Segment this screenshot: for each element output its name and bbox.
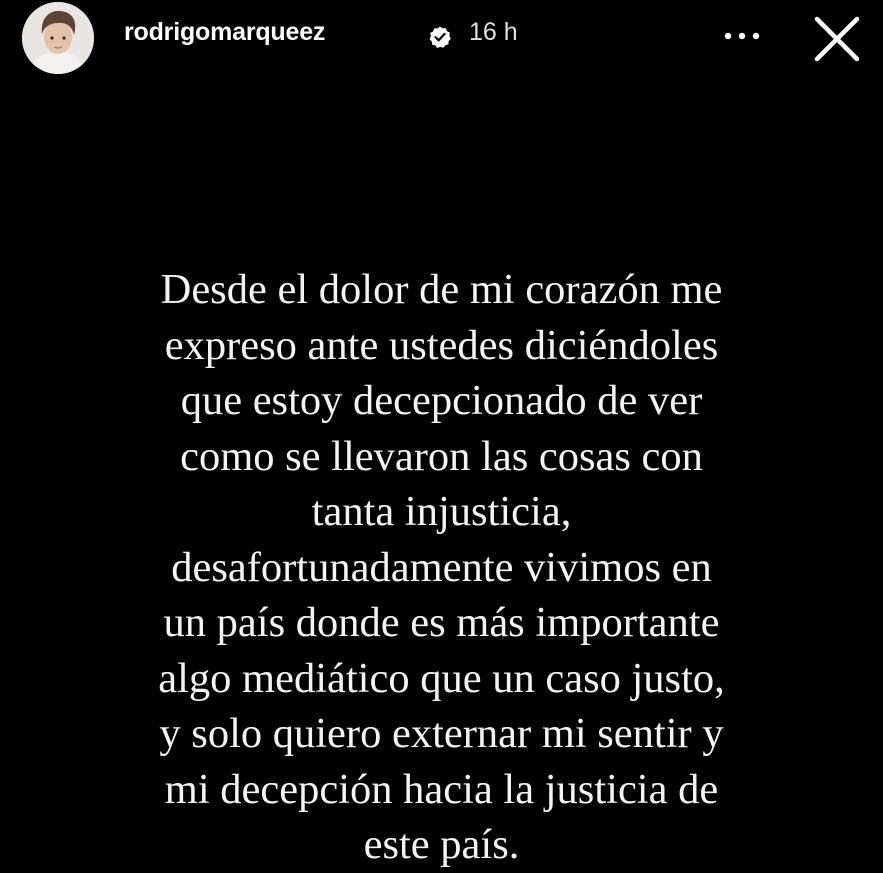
story-text-line: Desde el dolor de mi corazón me <box>160 266 723 313</box>
more-options-button[interactable] <box>718 18 766 54</box>
story-text-line: un país donde es más importante <box>163 599 720 646</box>
story-text-line: algo mediático que un caso justo, <box>158 654 725 702</box>
story-text-line: este país. <box>363 821 520 868</box>
close-button[interactable] <box>808 10 866 68</box>
story-text-line: que estoy decepcionado de ver <box>180 377 703 424</box>
story-text-line: y solo quiero externar mi sentir y <box>159 710 724 757</box>
more-options-icon <box>724 32 760 40</box>
story-text: Desde el dolor de mi corazón me expreso a… <box>70 262 813 873</box>
story-text-line: mi decepción hacia la justicia de <box>164 765 719 813</box>
avatar[interactable] <box>22 2 94 74</box>
close-icon <box>814 16 860 62</box>
story-text-line: expreso ante ustedes diciéndoles <box>164 321 719 369</box>
username[interactable]: rodrigomarqueez <box>124 18 325 47</box>
story-text-line: tanta injusticia, <box>311 488 572 535</box>
story-text-line: como se llevaron las cosas con <box>180 432 703 480</box>
story-header: rodrigomarqueez 16 h <box>0 0 883 80</box>
story-timestamp: 16 h <box>469 18 518 46</box>
verified-badge-icon <box>428 25 452 49</box>
user-avatar-icon <box>22 2 94 74</box>
story-text-line: desafortunadamente vivimos en <box>171 543 712 591</box>
